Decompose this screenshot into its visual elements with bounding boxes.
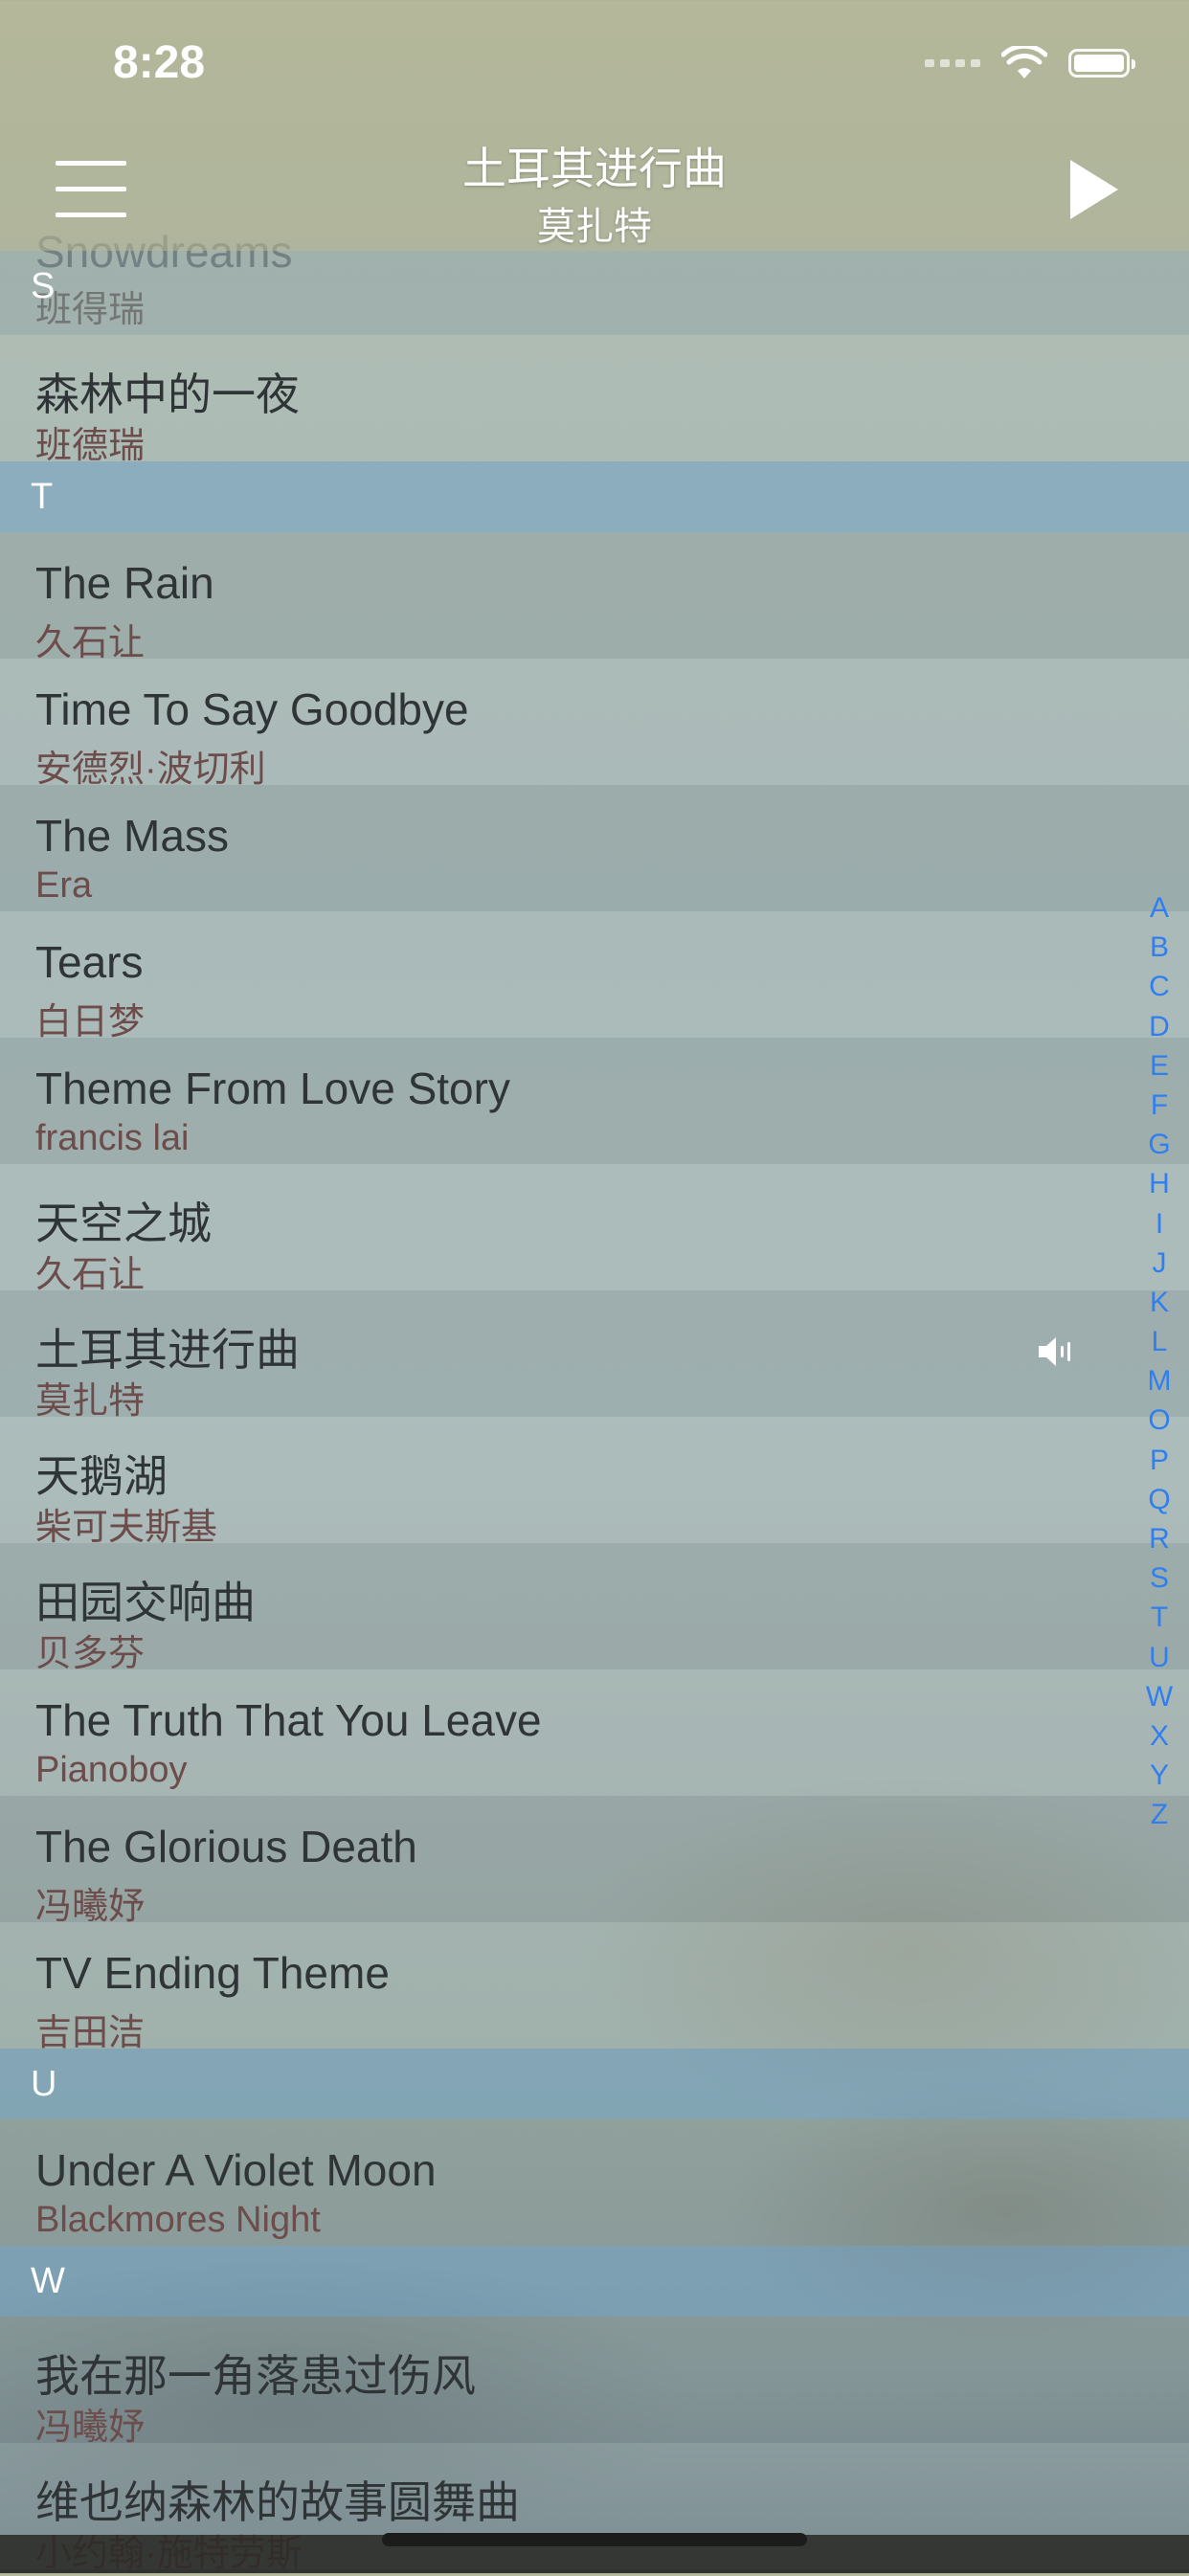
song-title: Time To Say Goodbye — [35, 684, 469, 734]
list-item[interactable]: The Mass Era — [0, 785, 1189, 911]
cellular-signal-icon — [925, 59, 980, 67]
index-letter[interactable]: T — [1139, 1598, 1179, 1637]
list-item[interactable]: Theme From Love Story francis lai — [0, 1038, 1189, 1164]
list-item[interactable]: 森林中的一夜 班德瑞 — [0, 335, 1189, 466]
index-letter[interactable]: C — [1139, 967, 1179, 1006]
index-letter[interactable]: E — [1139, 1046, 1179, 1086]
song-title: The Glorious Death — [35, 1822, 417, 1871]
song-artist: 冯曦妤 — [35, 1887, 146, 1927]
song-title: The Rain — [35, 558, 214, 608]
list-item[interactable]: Snowdreams 班得瑞 S — [0, 227, 1189, 335]
index-letter[interactable]: F — [1139, 1086, 1179, 1125]
song-title: The Mass — [35, 811, 229, 861]
wifi-icon — [1001, 46, 1047, 78]
list-item[interactable]: Under A Violet Moon Blackmores Night — [0, 2119, 1189, 2246]
song-title: 天空之城 — [35, 1198, 212, 1248]
index-letter[interactable]: Y — [1139, 1756, 1179, 1795]
song-list[interactable]: Snowdreams 班得瑞 S 森林中的一夜 班德瑞 T The Rain 久石… — [0, 227, 1189, 2574]
section-header-t: T — [0, 461, 1189, 532]
index-letter[interactable]: I — [1139, 1204, 1179, 1243]
song-title: TV Ending Theme — [35, 1948, 390, 1998]
now-playing-title: 土耳其进行曲 — [462, 144, 727, 193]
index-letter[interactable]: M — [1139, 1361, 1179, 1400]
song-artist: 班德瑞 — [35, 426, 146, 466]
index-letter[interactable]: U — [1139, 1638, 1179, 1677]
song-artist: Pianoboy — [35, 1750, 188, 1790]
list-item[interactable]: The Glorious Death 冯曦妤 — [0, 1796, 1189, 1927]
song-title: 维也纳森林的故事圆舞曲 — [35, 2477, 520, 2527]
play-button[interactable] — [1068, 158, 1120, 221]
index-letter[interactable]: S — [1139, 1558, 1179, 1598]
song-title: 森林中的一夜 — [35, 370, 300, 419]
status-time: 8:28 — [113, 37, 206, 88]
nav-header: 8:28 土耳其进行曲 莫扎特 — [0, 0, 1189, 251]
index-letter[interactable]: Q — [1139, 1480, 1179, 1519]
song-artist: Era — [35, 865, 93, 906]
song-title: 我在那一角落患过伤风 — [35, 2351, 476, 2401]
index-letter[interactable]: B — [1139, 928, 1179, 967]
song-title: Theme From Love Story — [35, 1064, 510, 1113]
song-artist: 白日梦 — [35, 1002, 146, 1042]
list-item[interactable]: 我在那一角落患过伤风冯曦妤 — [0, 2317, 1189, 2448]
index-letter[interactable]: D — [1139, 1007, 1179, 1046]
list-item[interactable]: TV Ending Theme 吉田洁 — [0, 1922, 1189, 2053]
list-item[interactable]: 田园交响曲 贝多芬 — [0, 1543, 1189, 1674]
index-letter[interactable]: J — [1139, 1243, 1179, 1283]
battery-icon — [1068, 49, 1135, 78]
list-item[interactable]: 天空之城 久石让 — [0, 1164, 1189, 1295]
song-artist: 久石让 — [35, 623, 146, 663]
index-letter[interactable]: W — [1139, 1677, 1179, 1716]
song-title: 天鹅湖 — [35, 1451, 168, 1501]
now-playing-artist: 莫扎特 — [537, 206, 652, 248]
alphabet-index[interactable]: ABCDEFGHIJKLMOPQRSTUWXYZ — [1139, 888, 1179, 1835]
song-artist: 久石让 — [35, 1255, 146, 1295]
song-artist: francis lai — [35, 1118, 190, 1158]
section-header-s: S — [31, 266, 56, 306]
index-letter[interactable]: H — [1139, 1164, 1179, 1203]
list-item[interactable]: 天鹅湖 柴可夫斯基 — [0, 1417, 1189, 1548]
index-letter[interactable]: R — [1139, 1519, 1179, 1558]
song-artist: 柴可夫斯基 — [35, 1508, 218, 1548]
status-icons — [925, 46, 1135, 80]
song-title: Tears — [35, 937, 144, 987]
song-artist: 安德烈·波切利 — [35, 750, 266, 790]
index-letter[interactable]: G — [1139, 1125, 1179, 1164]
index-letter[interactable]: P — [1139, 1441, 1179, 1480]
index-letter[interactable]: O — [1139, 1400, 1179, 1440]
speaker-icon — [1039, 1337, 1070, 1366]
song-artist: 冯曦妤 — [35, 2408, 146, 2448]
song-title: The Truth That You Leave — [35, 1695, 542, 1745]
song-title: Under A Violet Moon — [35, 2145, 437, 2195]
section-header-w: W — [0, 2246, 1189, 2317]
index-letter[interactable]: A — [1139, 888, 1179, 928]
list-item-now-playing[interactable]: 土耳其进行曲 莫扎特 — [0, 1290, 1189, 1422]
list-item[interactable]: Time To Say Goodbye 安德烈·波切利 — [0, 659, 1189, 790]
index-letter[interactable]: K — [1139, 1283, 1179, 1322]
song-artist: Blackmores Night — [35, 2200, 321, 2240]
list-item[interactable]: The Rain 久石让 — [0, 532, 1189, 663]
song-title: 土耳其进行曲 — [35, 1325, 300, 1375]
list-item[interactable]: Tears 白日梦 — [0, 911, 1189, 1042]
section-header-u: U — [0, 2049, 1189, 2119]
song-artist: 贝多芬 — [35, 1634, 146, 1674]
index-letter[interactable]: Z — [1139, 1795, 1179, 1834]
play-icon — [1070, 160, 1118, 219]
song-title: 田园交响曲 — [35, 1578, 256, 1627]
index-letter[interactable]: X — [1139, 1716, 1179, 1756]
song-artist: 吉田洁 — [35, 2013, 146, 2053]
list-item[interactable]: The Truth That You Leave Pianoboy — [0, 1669, 1189, 1796]
song-artist: 莫扎特 — [35, 1381, 146, 1422]
index-letter[interactable]: L — [1139, 1322, 1179, 1361]
home-indicator[interactable] — [382, 2533, 807, 2546]
